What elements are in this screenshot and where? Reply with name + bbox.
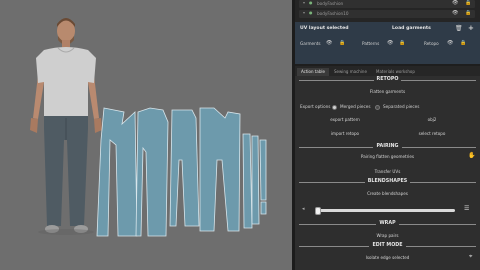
section-pairing-header: PAIRING xyxy=(295,144,480,150)
lock-icon[interactable]: 🔒 xyxy=(460,41,466,46)
add-icon[interactable]: + xyxy=(468,25,474,32)
viewport-scene xyxy=(30,18,267,237)
flattened-pattern-pieces[interactable] xyxy=(96,107,267,237)
section-title: BLENDSHAPES xyxy=(364,179,411,184)
isolate-edge-button[interactable]: Isolate edge selected xyxy=(295,254,480,261)
merged-pieces-label[interactable]: Merged pieces xyxy=(340,104,371,109)
layout-selected-title[interactable]: UV layout selected xyxy=(300,26,349,32)
blendshape-slider-track[interactable] xyxy=(317,209,455,212)
eye-icon[interactable]: 👁 xyxy=(387,41,393,46)
tab-materials-workshop[interactable]: Materials workshop xyxy=(372,68,419,76)
transfer-uvs-button[interactable]: Transfer UVs xyxy=(295,168,480,175)
cursor-icon[interactable]: ⌖ xyxy=(469,254,472,260)
flatten-garments-button[interactable]: Flatten garments xyxy=(295,88,480,95)
eye-icon[interactable]: 👁 xyxy=(452,1,458,6)
blendshape-slider-handle[interactable] xyxy=(315,206,321,215)
garment-tools-panel: ▾ ● bodyFashion 👁 🔒 ▾ ● bodyFashion10 👁 … xyxy=(295,0,480,270)
avatar-model[interactable] xyxy=(30,18,102,235)
obj2-button[interactable]: obj2 xyxy=(392,116,472,123)
lock-icon[interactable]: 🔒 xyxy=(339,41,345,46)
eye-icon[interactable]: 👁 xyxy=(326,41,332,46)
pairing-flatten-button[interactable]: Pairing flatten geometries xyxy=(295,153,480,160)
trash-icon[interactable]: 🗑 xyxy=(455,26,463,32)
toggle-patterns-label: Patterns xyxy=(362,41,380,46)
import-retopo-button[interactable]: import retopo xyxy=(305,130,385,137)
outliner-row[interactable]: ▾ ● bodyFashion10 👁 🔒 xyxy=(299,10,475,18)
section-title: RETOPO xyxy=(373,77,402,82)
radio-merged-pieces[interactable] xyxy=(332,104,337,110)
outliner-item-label: bodyFashion xyxy=(317,1,344,6)
wrap-pairs-button[interactable]: Wrap pairs xyxy=(295,232,480,239)
section-title: WRAP xyxy=(376,221,399,226)
eye-icon[interactable]: 👁 xyxy=(447,41,453,46)
section-edit-mode-header: EDIT MODE xyxy=(295,243,480,249)
export-options-label: Export options xyxy=(300,104,331,109)
separated-pieces-label[interactable]: Separated pieces xyxy=(383,104,419,109)
object-icon: ● xyxy=(309,10,313,15)
hand-icon[interactable]: ✋ xyxy=(468,153,475,159)
object-icon: ● xyxy=(309,0,313,5)
sliders-icon[interactable]: ☰ xyxy=(464,206,469,212)
layout-toolbar: UV layout selected Load garments 🗑 + Gar… xyxy=(295,22,480,64)
lock-icon[interactable]: 🔒 xyxy=(399,41,405,46)
toggle-garments-label: Garments xyxy=(300,41,321,46)
section-retopo-header: RETOPO xyxy=(295,77,480,83)
section-wrap-header: WRAP xyxy=(295,221,480,227)
tab-bar: Action table Sewing machine Materials wo… xyxy=(295,66,480,76)
select-retopo-button[interactable]: select retopo xyxy=(392,130,472,137)
3d-viewport[interactable] xyxy=(0,0,292,270)
chevron-down-icon[interactable]: ▾ xyxy=(303,1,305,5)
outliner-item-label: bodyFashion10 xyxy=(317,11,349,16)
tab-action-table[interactable]: Action table xyxy=(297,68,329,76)
section-title: PAIRING xyxy=(373,144,402,149)
outliner-row[interactable]: ▾ ● bodyFashion 👁 🔒 xyxy=(299,0,475,8)
eye-icon[interactable]: 👁 xyxy=(452,11,458,16)
load-garments-button[interactable]: Load garments xyxy=(392,26,431,32)
chevron-left-icon[interactable]: ◂ xyxy=(302,207,305,212)
tab-sewing-machine[interactable]: Sewing machine xyxy=(330,68,371,76)
toggle-retopo-label: Retopo xyxy=(424,41,439,46)
create-blendshapes-button[interactable]: Create blendshapes xyxy=(295,190,480,197)
section-title: EDIT MODE xyxy=(369,243,406,248)
section-blendshapes-header: BLENDSHAPES xyxy=(295,179,480,185)
lock-icon[interactable]: 🔒 xyxy=(465,1,471,6)
lock-icon[interactable]: 🔒 xyxy=(465,11,471,16)
export-pattern-button[interactable]: export pattern xyxy=(305,116,385,123)
radio-separated-pieces[interactable] xyxy=(375,104,380,110)
outliner: ▾ ● bodyFashion 👁 🔒 ▾ ● bodyFashion10 👁 … xyxy=(295,0,480,22)
chevron-down-icon[interactable]: ▾ xyxy=(303,11,305,15)
